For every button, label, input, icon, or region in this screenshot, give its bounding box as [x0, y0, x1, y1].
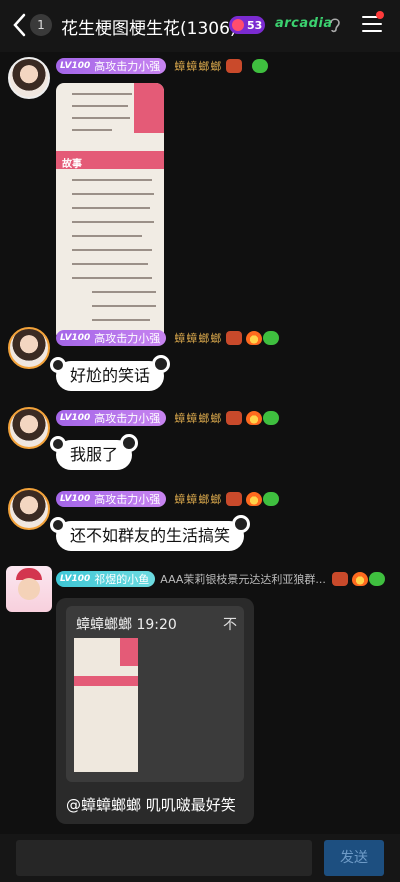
panda-decoration-icon [120, 434, 139, 452]
car-badge-icon [226, 411, 243, 425]
image-text-line [72, 277, 152, 279]
fire-badge-icon [246, 331, 263, 345]
message-input[interactable] [16, 840, 312, 876]
sender-info: LV100 高攻击力小强 蟑蟑螂螂 [56, 491, 280, 507]
sender-info: LV100 高攻击力小强 蟑蟑螂螂 [56, 58, 269, 74]
level-label: LV100 [60, 413, 91, 423]
image-text-line [92, 291, 156, 293]
car-badge-icon [331, 572, 348, 586]
title-label: 祁煜的小鱼 [94, 573, 150, 586]
quoted-time: 19:20 [136, 617, 177, 633]
avatar[interactable] [8, 407, 50, 449]
sender-info: LV100 祁煜的小鱼 AAA茉莉银枝景元达达利亚狼群... [56, 571, 385, 587]
car-badge-icon [226, 331, 243, 345]
image-text-line [72, 93, 132, 95]
title-label: 高攻击力小强 [94, 332, 161, 345]
level-label: LV100 [60, 574, 91, 584]
message-text: 好尬的笑话 [70, 366, 151, 385]
image-text-line [72, 235, 142, 237]
level-title-badge: LV100 高攻击力小强 [56, 58, 167, 74]
smile-badge-icon [252, 59, 269, 73]
fire-badge-icon [246, 492, 263, 506]
arcadia-badge[interactable]: arcadia [275, 16, 333, 31]
smile-badge-icon [263, 411, 280, 425]
image-text-line [72, 221, 154, 223]
quote-reply-bubble[interactable]: 蟑蟑螂螂 19:20 不 @蟑蟑螂螂 叽叽啵最好笑 [56, 598, 254, 824]
smile-badge-icon [263, 492, 280, 506]
message-bubble[interactable]: 还不如群友的生活搞笑 [50, 515, 251, 551]
avatar[interactable] [8, 327, 50, 369]
fire-badge-icon [246, 411, 263, 425]
sender-nickname[interactable]: 蟑蟑螂螂 [174, 410, 222, 426]
image-text-line [72, 249, 152, 251]
level-title-badge: LV100 高攻击力小强 [56, 410, 167, 426]
level-label: LV100 [60, 494, 91, 504]
flame-icon [232, 19, 244, 31]
image-text-line [72, 117, 130, 119]
smile-badge-icon [368, 572, 385, 586]
quoted-author-name: 蟑蟑螂螂 [76, 617, 132, 633]
quoted-image-thumbnail[interactable] [74, 638, 138, 772]
image-text-line [72, 179, 152, 181]
quoted-author: 蟑蟑螂螂 19:20 [76, 614, 177, 634]
panda-decoration-icon [152, 355, 171, 373]
sender-nickname[interactable]: 蟑蟑螂螂 [174, 491, 222, 507]
unread-count-badge[interactable]: 1 [30, 14, 52, 36]
smile-badge-icon [263, 331, 280, 345]
level-title-badge: LV100 祁煜的小鱼 [56, 571, 156, 587]
image-text-line [72, 105, 128, 107]
message-text: 还不如群友的生活搞笑 [70, 526, 231, 545]
shared-image[interactable]: 故事 [56, 83, 164, 341]
level-title-badge: LV100 高攻击力小强 [56, 330, 167, 346]
level-label: LV100 [60, 333, 91, 343]
title-label: 高攻击力小强 [94, 493, 161, 506]
level-title-badge: LV100 高攻击力小强 [56, 491, 167, 507]
message-bubble[interactable]: 我服了 [50, 434, 139, 470]
pin-icon[interactable]: 不 [223, 614, 237, 634]
sender-nickname[interactable]: AAA茉莉银枝景元达达利亚狼群... [160, 571, 326, 587]
quoted-message[interactable]: 蟑蟑螂螂 19:20 不 [66, 606, 244, 782]
hot-count: 53 [247, 18, 263, 32]
message-text: 我服了 [70, 445, 119, 464]
thumb-tag-shape [120, 638, 138, 666]
image-text-line [72, 263, 148, 265]
avatar-face-shape [18, 578, 40, 600]
sender-info: LV100 高攻击力小强 蟑蟑螂螂 [56, 410, 280, 426]
image-text-line [92, 305, 156, 307]
fire-badge-icon [351, 572, 368, 586]
composer-bar: 发送 [0, 834, 400, 882]
panda-decoration-icon [50, 517, 66, 533]
car-badge-icon [226, 492, 243, 506]
avatar[interactable] [8, 57, 50, 99]
message-text: @蟑蟑螂螂 叽叽啵最好笑 [66, 796, 236, 814]
image-text-line [72, 193, 154, 195]
panda-decoration-icon [50, 436, 66, 452]
panda-decoration-icon [232, 515, 251, 533]
chevron-left-icon[interactable] [10, 12, 30, 38]
chat-header: 1 花生梗图梗生花(1306) 53 arcadia [0, 0, 400, 52]
level-label: LV100 [60, 61, 91, 71]
thumb-heading-band [74, 676, 138, 686]
ear-icon[interactable] [328, 17, 342, 33]
title-label: 高攻击力小强 [94, 60, 161, 73]
sender-info: LV100 高攻击力小强 蟑蟑螂螂 [56, 330, 280, 346]
group-hot-badge[interactable]: 53 [229, 16, 265, 34]
group-title: 花生梗图梗生花(1306) [61, 19, 237, 39]
image-text-line [72, 129, 112, 131]
image-tag-shape [134, 83, 164, 133]
image-text-line [72, 207, 150, 209]
image-text-line [92, 319, 150, 321]
title-label: 高攻击力小强 [94, 412, 161, 425]
sender-nickname[interactable]: 蟑蟑螂螂 [174, 330, 222, 346]
notification-dot [376, 11, 384, 19]
image-heading: 故事 [62, 159, 82, 170]
send-button[interactable]: 发送 [324, 840, 384, 876]
avatar[interactable] [6, 566, 52, 612]
car-badge-icon [226, 59, 243, 73]
message-bubble[interactable]: 好尬的笑话 [50, 355, 171, 391]
sender-nickname[interactable]: 蟑蟑螂螂 [174, 58, 222, 74]
avatar[interactable] [8, 488, 50, 530]
panda-decoration-icon [50, 357, 66, 373]
